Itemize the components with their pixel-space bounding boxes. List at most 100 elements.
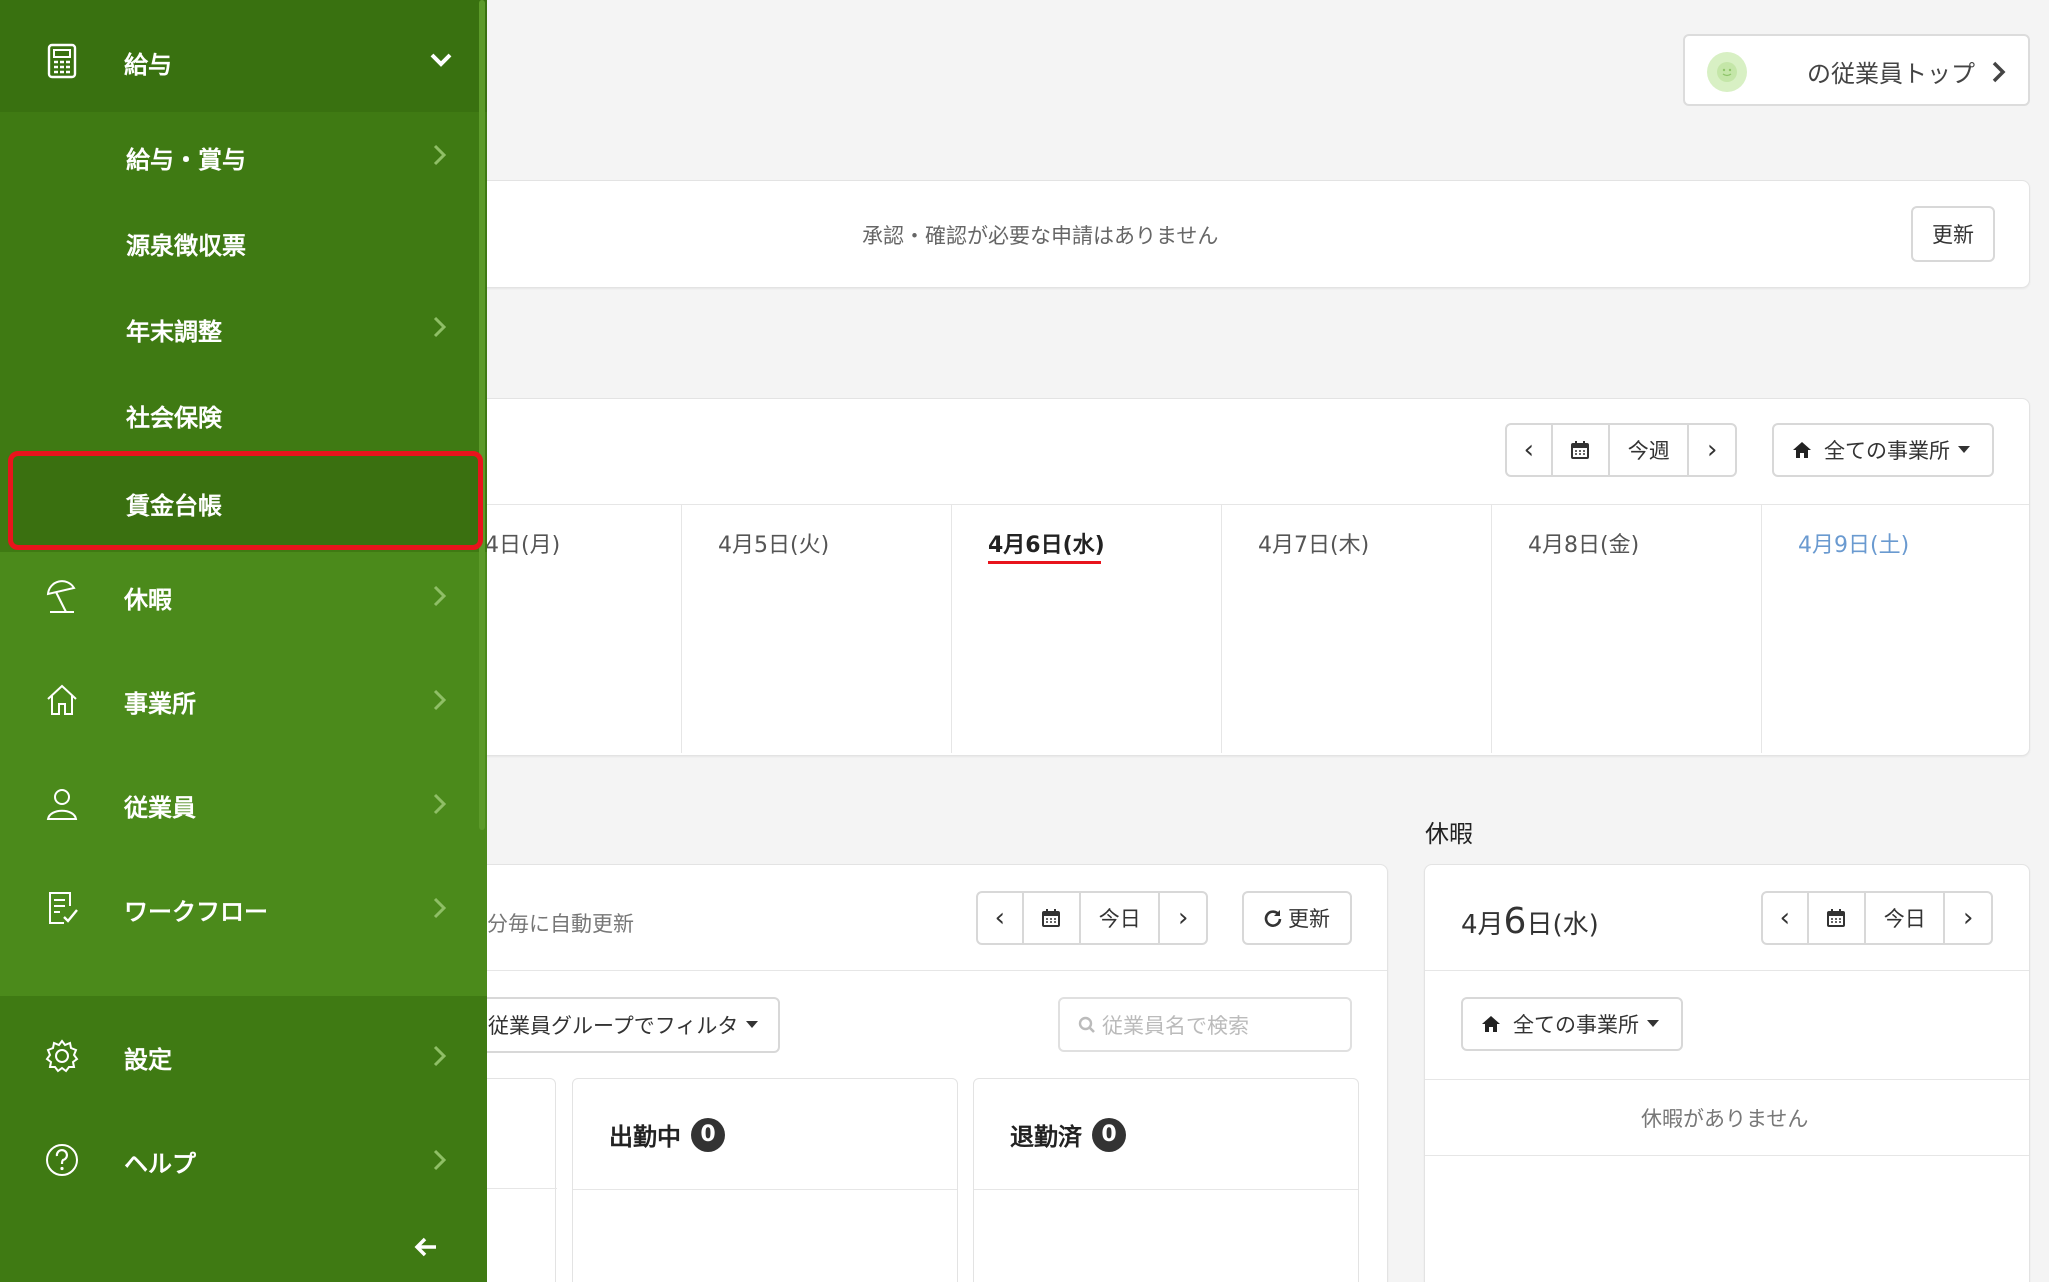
weekly-office-filter-label: 全ての事業所 (1824, 439, 1950, 463)
sidebar-item-settings[interactable]: 設定 (0, 1016, 487, 1096)
sidebar-item-label: 休暇 (124, 586, 172, 614)
auto-refresh-note: 分毎に自動更新 (487, 912, 634, 936)
sidebar-item-label: 事業所 (124, 690, 196, 718)
leave-section-title: 休暇 (1425, 820, 1473, 848)
sidebar-subitem-wage-ledger[interactable]: 賃金台帳 (8, 451, 483, 550)
week-prev-button[interactable]: ‹ (1507, 425, 1553, 475)
day-label: 4月5日(火) (718, 533, 830, 558)
day-column: 4月9日(土) (1762, 505, 2029, 753)
leave-empty-message: 休暇がありません (1641, 1107, 1809, 1131)
leave-day-nav: ‹ 今日 › (1761, 891, 1993, 945)
day-column: 4月8日(金) (1492, 505, 1762, 753)
chevron-down-icon (430, 53, 452, 67)
home-icon (1793, 442, 1811, 458)
sidebar-item-label: 設定 (124, 1046, 172, 1074)
employee-search-placeholder: 従業員名で検索 (1102, 1013, 1249, 1038)
sidebar-item-payroll[interactable]: 給与 (0, 20, 487, 102)
approvals-card: 承認・確認が必要な申請はありません 更新 (440, 180, 2030, 288)
approvals-refresh-button[interactable]: 更新 (1911, 206, 1995, 262)
day-nav: ‹ 今日 › (976, 891, 1208, 945)
day-label: 4月8日(金) (1528, 533, 1640, 558)
week-next-button[interactable]: › (1689, 425, 1735, 475)
leave-date: 4月 6 日(水) (1461, 901, 1599, 942)
leave-calendar-button[interactable] (1809, 893, 1867, 943)
chevron-right-icon (1992, 61, 2006, 83)
gear-icon (45, 1039, 79, 1073)
sidebar-item-label: 給与 (124, 51, 172, 79)
day-column-today: 4月6日(水) (952, 505, 1222, 753)
day-prev-button[interactable]: ‹ (978, 893, 1024, 943)
sidebar-item-leave[interactable]: 休暇 (0, 556, 487, 636)
employee-top-button[interactable]: の従業員トップ (1683, 34, 2030, 106)
chevron-right-icon (433, 897, 447, 919)
caret-down-icon (1647, 1020, 1659, 1027)
day-column: 4月7日(木) (1222, 505, 1492, 753)
status-title: 退勤済 (1010, 1123, 1082, 1151)
status-column-working: 出勤中 0 (572, 1078, 958, 1282)
day-label-saturday: 4月9日(土) (1798, 533, 1910, 558)
attendance-header-divider (441, 970, 1387, 971)
week-nav: ‹ 今週 › (1505, 423, 1737, 477)
chevron-right-icon (433, 144, 447, 166)
leave-today-button[interactable]: 今日 (1866, 893, 1946, 943)
status-count-badge: 0 (691, 1117, 725, 1152)
person-icon (46, 789, 78, 820)
home-icon (47, 684, 77, 715)
sidebar-subitem-label: 給与・賞与 (126, 146, 246, 174)
sidebar-item-label: ワークフロー (124, 898, 268, 926)
day-label-today: 4月6日(水) (988, 533, 1105, 558)
leave-prev-button[interactable]: ‹ (1763, 893, 1809, 943)
status-column-left: 退勤済 0 (973, 1078, 1359, 1282)
chevron-right-icon (433, 1149, 447, 1171)
calendar-icon (1042, 909, 1061, 927)
sidebar-item-help[interactable]: ヘルプ (0, 1120, 487, 1200)
caret-down-icon (746, 1021, 759, 1028)
leave-office-filter-label: 全ての事業所 (1513, 1013, 1639, 1037)
sidebar-subitem-label: 賃金台帳 (126, 492, 222, 520)
home-icon (1482, 1016, 1500, 1032)
day-column: 4月5日(火) (682, 505, 952, 753)
status-title: 出勤中 (609, 1123, 681, 1151)
day-label: 4日(月) (485, 533, 561, 558)
chevron-right-icon (433, 689, 447, 711)
calculator-icon (47, 43, 77, 79)
arrow-left-icon[interactable] (414, 1236, 438, 1258)
weekly-office-filter[interactable]: 全ての事業所 (1772, 423, 1994, 477)
attendance-refresh-button[interactable]: 更新 (1242, 891, 1352, 945)
beach-umbrella-icon (46, 580, 76, 613)
employee-group-filter[interactable]: 従業員グループでフィルタ (440, 997, 780, 1053)
search-icon (1078, 1016, 1095, 1033)
chevron-right-icon (433, 316, 447, 338)
workflow-icon (49, 892, 78, 924)
status-count-badge: 0 (1092, 1117, 1126, 1152)
leave-office-filter[interactable]: 全ての事業所 (1461, 997, 1683, 1051)
day-today-button[interactable]: 今日 (1081, 893, 1161, 943)
sidebar-subitem-label: 源泉徴収票 (126, 232, 246, 260)
avatar (1707, 52, 1747, 92)
refresh-icon (1264, 910, 1282, 927)
sidebar-item-office[interactable]: 事業所 (0, 660, 487, 740)
leave-next-button[interactable]: › (1945, 893, 1991, 943)
chevron-right-icon (433, 793, 447, 815)
sidebar-subitem-label: 年末調整 (126, 318, 222, 346)
sidebar-item-workflow[interactable]: ワークフロー (0, 868, 487, 948)
week-calendar-button[interactable] (1553, 425, 1611, 475)
employee-search-input[interactable]: 従業員名で検索 (1058, 997, 1352, 1052)
day-calendar-button[interactable] (1024, 893, 1082, 943)
sidebar-subitem-year-end[interactable]: 年末調整 (0, 292, 487, 362)
today-underline (988, 561, 1101, 564)
sidebar-item-label: ヘルプ (124, 1150, 196, 1178)
chevron-right-icon (433, 1045, 447, 1067)
employee-group-filter-label: 従業員グループでフィルタ (488, 1014, 739, 1038)
sidebar-subitem-payroll-bonus[interactable]: 給与・賞与 (0, 120, 487, 190)
calendar-icon (1571, 441, 1590, 459)
approvals-message: 承認・確認が必要な申請はありません (862, 224, 1219, 248)
day-next-button[interactable]: › (1160, 893, 1206, 943)
sidebar-item-employees[interactable]: 従業員 (0, 764, 487, 844)
sidebar-subitem-label: 社会保険 (126, 404, 222, 432)
caret-down-icon (1958, 446, 1970, 453)
chevron-right-icon (433, 585, 447, 607)
sidebar-subitem-social-insurance[interactable]: 社会保険 (0, 378, 487, 448)
sidebar-subitem-withholding[interactable]: 源泉徴収票 (0, 206, 487, 276)
week-today-button[interactable]: 今週 (1610, 425, 1690, 475)
